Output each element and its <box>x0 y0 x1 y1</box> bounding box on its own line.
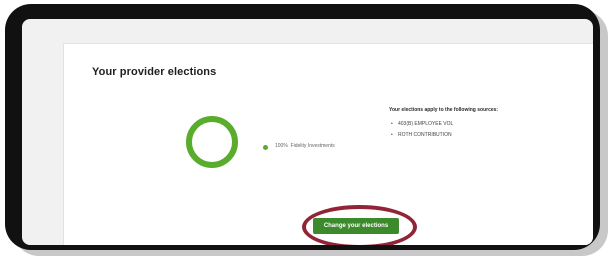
source-item: • ROTH CONTRIBUTION <box>389 130 589 141</box>
screen: Your provider elections 100% Fidelity In… <box>22 19 593 245</box>
legend-text: 100% Fidelity Investments <box>275 143 335 150</box>
legend-color-dot <box>263 145 268 150</box>
legend-provider-name: Fidelity Investments <box>290 143 335 149</box>
provider-elections-card: Your provider elections 100% Fidelity In… <box>63 43 593 245</box>
device-frame: Your provider elections 100% Fidelity In… <box>5 4 600 250</box>
source-label: ROTH CONTRIBUTION <box>398 132 452 138</box>
card-title: Your provider elections <box>92 66 217 78</box>
sources-list: • 403(B) EMPLOYEE VOL • ROTH CONTRIBUTION <box>389 119 589 141</box>
source-item: • 403(B) EMPLOYEE VOL <box>389 119 589 130</box>
bullet-icon: • <box>391 132 393 138</box>
source-label: 403(B) EMPLOYEE VOL <box>398 121 454 127</box>
change-elections-button[interactable]: Change your elections <box>313 218 399 234</box>
screenshot-stage: Your provider elections 100% Fidelity In… <box>0 0 615 258</box>
allocation-donut-chart <box>186 116 238 168</box>
sources-section: Your elections apply to the following so… <box>389 106 589 141</box>
bullet-icon: • <box>391 121 393 127</box>
sources-heading: Your elections apply to the following so… <box>389 107 499 113</box>
legend-percent: 100% <box>275 143 288 149</box>
